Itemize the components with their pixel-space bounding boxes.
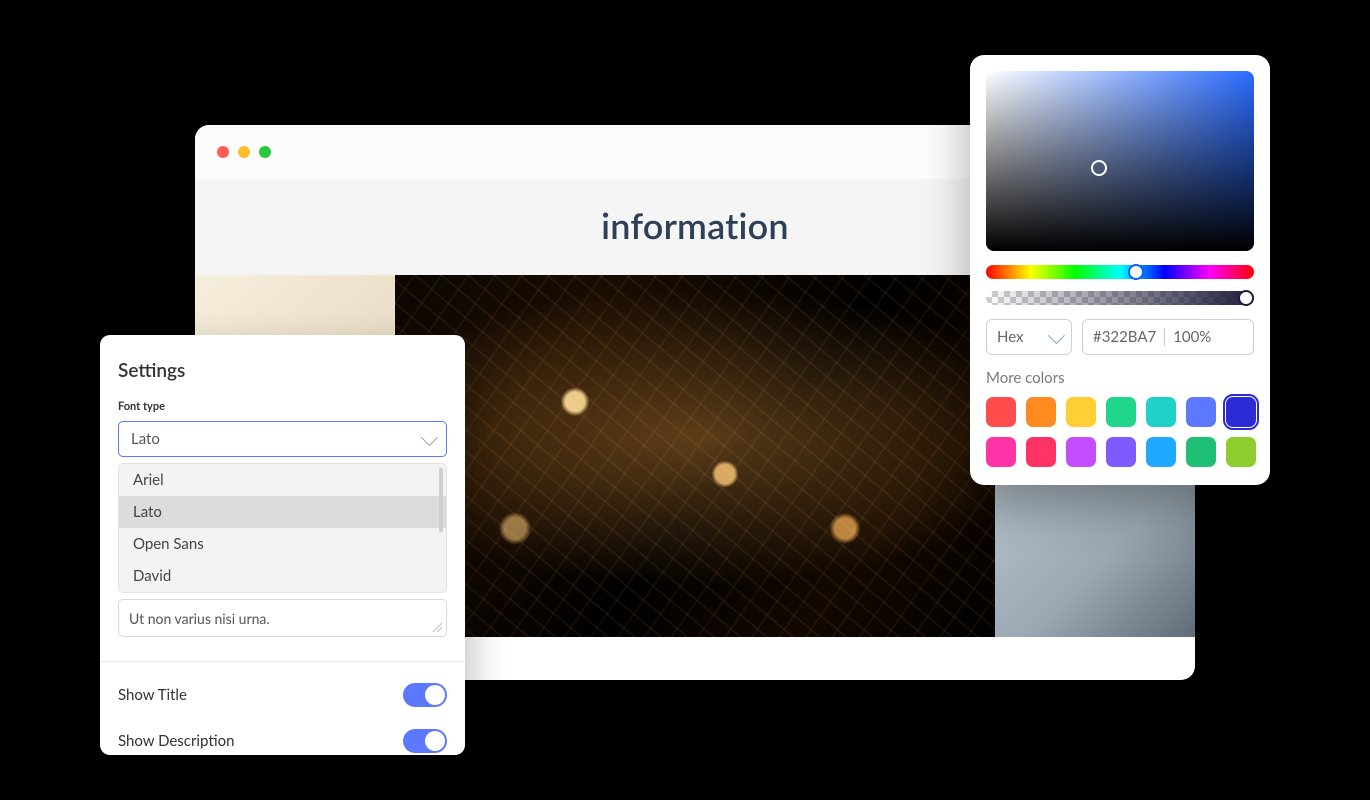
settings-panel: Settings Font type Lato Ariel Lato Open …: [100, 335, 465, 755]
color-value-row: Hex #322BA7 100%: [986, 319, 1254, 355]
color-swatch[interactable]: [1226, 397, 1256, 427]
window-minimize-icon[interactable]: [238, 146, 250, 158]
color-swatch[interactable]: [1066, 437, 1096, 467]
description-value: Ut non varius nisi urna.: [129, 610, 270, 627]
show-title-toggle[interactable]: [403, 683, 447, 707]
color-swatch[interactable]: [1106, 437, 1136, 467]
color-swatch-grid: [986, 397, 1254, 467]
color-swatch[interactable]: [986, 397, 1016, 427]
settings-heading: Settings: [118, 359, 447, 382]
color-swatch[interactable]: [1226, 437, 1256, 467]
more-colors-label: More colors: [986, 369, 1254, 387]
saturation-value-area[interactable]: [986, 71, 1254, 251]
show-description-toggle[interactable]: [403, 729, 447, 753]
sv-handle-icon[interactable]: [1091, 160, 1107, 176]
color-swatch[interactable]: [1066, 397, 1096, 427]
color-swatch[interactable]: [1106, 397, 1136, 427]
value-separator: [1164, 328, 1165, 346]
color-value-input[interactable]: #322BA7 100%: [1082, 319, 1254, 355]
alpha-slider[interactable]: [986, 291, 1254, 305]
hex-value: #322BA7: [1093, 328, 1156, 346]
color-swatch[interactable]: [1186, 437, 1216, 467]
font-type-select[interactable]: Lato: [118, 421, 447, 457]
gallery-image-center[interactable]: [395, 275, 995, 637]
font-type-dropdown: Ariel Lato Open Sans David: [118, 463, 447, 593]
hue-handle-icon[interactable]: [1128, 264, 1144, 280]
color-swatch[interactable]: [1146, 437, 1176, 467]
font-option-david[interactable]: David: [119, 560, 446, 592]
color-swatch[interactable]: [1146, 397, 1176, 427]
settings-divider: [100, 661, 465, 662]
color-format-select[interactable]: Hex: [986, 319, 1072, 355]
font-option-opensans[interactable]: Open Sans: [119, 528, 446, 560]
font-type-label: Font type: [118, 400, 447, 413]
color-swatch[interactable]: [1026, 397, 1056, 427]
show-description-label: Show Description: [118, 732, 234, 750]
color-swatch[interactable]: [1026, 437, 1056, 467]
window-zoom-icon[interactable]: [259, 146, 271, 158]
alpha-handle-icon[interactable]: [1238, 290, 1254, 306]
color-format-label: Hex: [997, 328, 1024, 346]
font-type-value: Lato: [131, 430, 160, 448]
chevron-down-icon: [1048, 327, 1065, 344]
show-description-row: Show Description: [118, 718, 447, 764]
alpha-value: 100%: [1173, 328, 1211, 346]
chevron-down-icon: [421, 429, 438, 446]
show-title-label: Show Title: [118, 686, 187, 704]
hue-slider[interactable]: [986, 265, 1254, 279]
color-swatch[interactable]: [986, 437, 1016, 467]
font-option-ariel[interactable]: Ariel: [119, 464, 446, 496]
color-swatch[interactable]: [1186, 397, 1216, 427]
color-picker: Hex #322BA7 100% More colors: [970, 55, 1270, 485]
show-title-row: Show Title: [118, 672, 447, 718]
window-close-icon[interactable]: [217, 146, 229, 158]
description-textarea[interactable]: Ut non varius nisi urna.: [118, 599, 447, 637]
font-option-lato[interactable]: Lato: [119, 496, 446, 528]
